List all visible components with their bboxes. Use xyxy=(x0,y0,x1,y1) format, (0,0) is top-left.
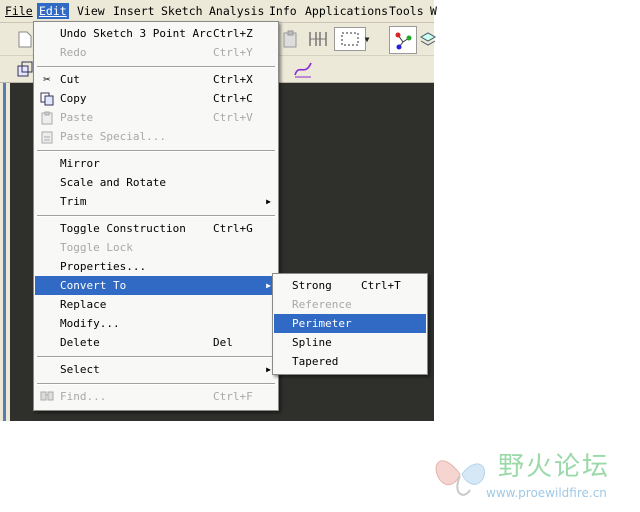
butterfly-logo-icon xyxy=(435,460,485,496)
submenu-item-spline[interactable]: Spline xyxy=(274,333,426,352)
watermark-url: www.proewildfire.cn xyxy=(486,486,607,500)
menu-item-find[interactable]: Find... Ctrl+F xyxy=(35,387,277,406)
menu-edit[interactable]: Edit xyxy=(37,3,69,19)
convert-to-submenu: Strong Ctrl+T Reference Perimeter Spline… xyxy=(272,273,428,375)
menu-analysis[interactable]: Analysis xyxy=(207,3,266,19)
find-icon xyxy=(39,389,55,404)
menu-separator xyxy=(37,383,275,385)
submenu-item-perimeter[interactable]: Perimeter xyxy=(274,314,426,333)
menu-info[interactable]: Info xyxy=(267,3,299,19)
sketch-node-icon[interactable] xyxy=(389,26,417,54)
submenu-arrow-icon: ▶ xyxy=(266,365,271,374)
watermark-title: 野火论坛 xyxy=(498,452,611,482)
menu-tools[interactable]: Tools xyxy=(387,3,426,19)
menu-bar: File Edit View Insert Sketch Analysis In… xyxy=(0,0,437,23)
watermark: 野火论坛 www.proewildfire.cn xyxy=(430,440,640,512)
application-window: File Edit View Insert Sketch Analysis In… xyxy=(0,0,437,421)
layers-icon[interactable] xyxy=(417,28,439,50)
submenu-arrow-icon: ▶ xyxy=(266,197,271,206)
menu-item-paste[interactable]: Paste Ctrl+V xyxy=(35,108,277,127)
menu-item-redo[interactable]: Redo Ctrl+Y xyxy=(35,43,277,62)
menu-item-undo[interactable]: Undo Sketch 3 Point Arc Ctrl+Z xyxy=(35,24,277,43)
menu-separator xyxy=(37,150,275,152)
left-panel-edge xyxy=(0,83,10,421)
menu-item-select[interactable]: Select ▶ xyxy=(35,360,277,379)
menu-item-toggle-lock[interactable]: Toggle Lock xyxy=(35,238,277,257)
menu-item-paste-special[interactable]: Paste Special... xyxy=(35,127,277,146)
menu-item-mirror[interactable]: Mirror xyxy=(35,154,277,173)
menu-item-trim[interactable]: Trim ▶ xyxy=(35,192,277,211)
scissors-icon: ✂ xyxy=(43,72,51,86)
submenu-item-tapered[interactable]: Tapered xyxy=(274,352,426,371)
paste-tool-icon[interactable] xyxy=(280,28,302,50)
menu-item-replace[interactable]: Replace xyxy=(35,295,277,314)
menu-item-delete[interactable]: Delete Del xyxy=(35,333,277,352)
panel-divider xyxy=(3,83,6,421)
menu-view[interactable]: View xyxy=(75,3,107,19)
menu-insert[interactable]: Insert xyxy=(111,3,157,19)
menu-item-scale-rotate[interactable]: Scale and Rotate xyxy=(35,173,277,192)
edit-menu: Undo Sketch 3 Point Arc Ctrl+Z Redo Ctrl… xyxy=(33,21,279,411)
menu-sketch[interactable]: Sketch xyxy=(159,3,205,19)
copy-icon xyxy=(39,91,55,106)
menu-window[interactable]: W xyxy=(428,3,439,19)
spline-tool-icon[interactable] xyxy=(292,58,314,80)
menu-item-cut[interactable]: ✂ Cut Ctrl+X xyxy=(35,70,277,89)
submenu-arrow-icon: ▶ xyxy=(266,281,271,290)
menu-item-properties[interactable]: Properties... xyxy=(35,257,277,276)
menu-separator xyxy=(37,66,275,68)
dimension-tool-icon[interactable] xyxy=(307,28,329,50)
submenu-item-strong[interactable]: Strong Ctrl+T xyxy=(274,276,426,295)
menu-separator xyxy=(37,215,275,217)
menu-item-toggle-construction[interactable]: Toggle Construction Ctrl+G xyxy=(35,219,277,238)
menu-file[interactable]: File xyxy=(3,3,35,19)
menu-item-copy[interactable]: Copy Ctrl+C xyxy=(35,89,277,108)
menu-item-modify[interactable]: Modify... xyxy=(35,314,277,333)
paste-special-icon xyxy=(39,129,55,144)
menu-applications[interactable]: Applications xyxy=(303,3,390,19)
paste-icon xyxy=(39,110,55,125)
submenu-item-reference[interactable]: Reference xyxy=(274,295,426,314)
dropdown-arrow-icon[interactable]: ▼ xyxy=(362,28,372,50)
menu-separator xyxy=(37,356,275,358)
menu-item-convert-to[interactable]: Convert To ▶ xyxy=(35,276,277,295)
